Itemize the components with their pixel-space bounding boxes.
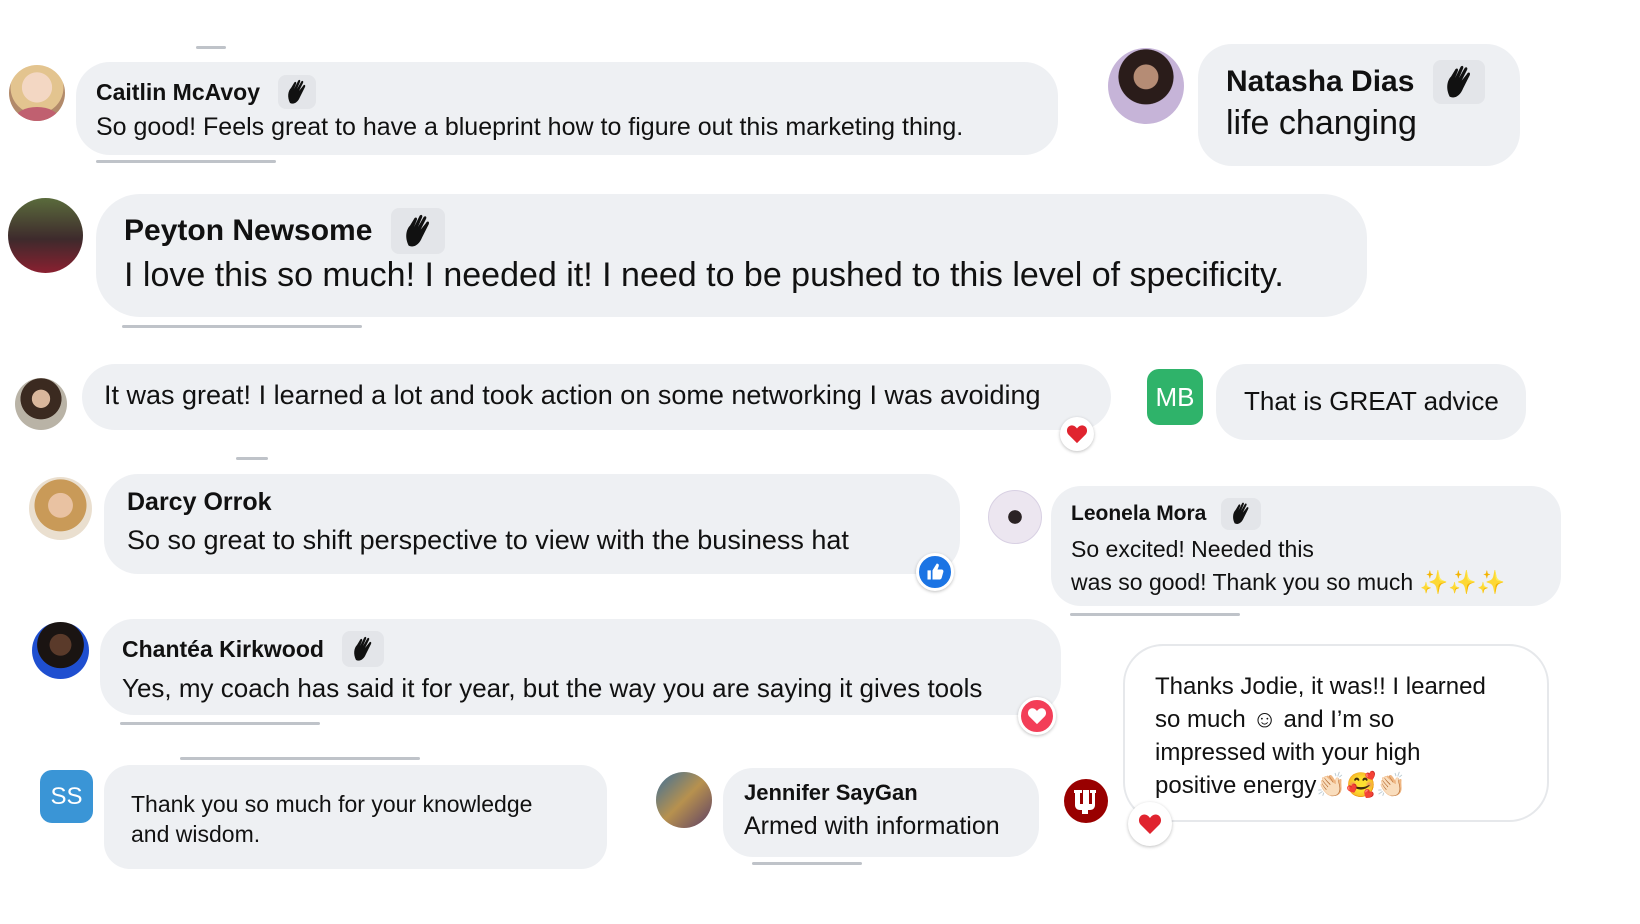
avatar-leonela[interactable] xyxy=(988,490,1042,544)
commenter-name[interactable]: Natasha Dias xyxy=(1226,65,1414,99)
comment-text: So so great to shift perspective to view… xyxy=(127,525,849,555)
comment-text: Armed with information xyxy=(744,812,1000,840)
comment-text: That is GREAT advice xyxy=(1244,386,1499,416)
commenter-name[interactable]: Caitlin McAvoy xyxy=(96,79,260,106)
comment-text: I love this so much! I needed it! I need… xyxy=(124,256,1284,294)
cropped-text-fragment xyxy=(752,862,862,865)
cropped-text-fragment xyxy=(122,325,362,328)
cropped-text-fragment xyxy=(120,722,320,725)
cropped-text-fragment xyxy=(1070,613,1240,616)
heart-reaction-badge[interactable] xyxy=(1060,417,1094,451)
trident-logo-icon xyxy=(1074,790,1096,814)
comment-bubble-leonela: Leonela Mora So excited! Needed this was… xyxy=(1051,486,1561,606)
comment-text-line-1: Thanks Jodie, it was!! I learned xyxy=(1155,673,1486,700)
cropped-text-fragment xyxy=(236,457,268,460)
comment-bubble-ss: Thank you so much for your knowledge and… xyxy=(104,765,607,869)
avatar-caitlin[interactable] xyxy=(9,65,65,121)
comment-bubble-thanks-jodie: Thanks Jodie, it was!! I learned so much… xyxy=(1123,644,1549,822)
comment-text: It was great! I learned a lot and took a… xyxy=(104,380,1041,410)
comment-bubble-jennifer: Jennifer SayGan Armed with information xyxy=(723,768,1039,857)
red-heart-icon xyxy=(1066,425,1088,444)
comment-bubble-caitlin: Caitlin McAvoy So good! Feels great to h… xyxy=(76,62,1058,155)
wave-hand-icon xyxy=(1432,60,1485,104)
person-silhouette-icon xyxy=(15,107,59,121)
cropped-text-fragment xyxy=(196,46,226,49)
thumbs-up-icon xyxy=(927,563,944,580)
comment-bubble-mb: That is GREAT advice xyxy=(1216,364,1526,440)
avatar-darcy[interactable] xyxy=(29,477,92,540)
love-reaction-badge[interactable] xyxy=(1018,697,1056,735)
comment-text-line-2: and wisdom. xyxy=(131,821,261,847)
commenter-name[interactable]: Peyton Newsome xyxy=(124,214,372,248)
comment-text-line-1: Thank you so much for your knowledge xyxy=(131,791,533,817)
love-heart-icon xyxy=(1027,708,1047,725)
avatar-chantea[interactable] xyxy=(32,622,89,679)
comment-text: life changing xyxy=(1226,104,1417,142)
avatar-commenter[interactable] xyxy=(15,378,67,430)
comment-bubble-darcy: Darcy Orrok So so great to shift perspec… xyxy=(104,474,960,574)
wave-hand-icon xyxy=(278,75,317,109)
cropped-text-fragment xyxy=(180,757,420,760)
avatar-iu-logo[interactable] xyxy=(1064,779,1108,823)
comment-bubble-anon: It was great! I learned a lot and took a… xyxy=(82,364,1111,430)
comment-text: So good! Feels great to have a blueprint… xyxy=(96,113,964,141)
avatar-ss[interactable]: SS xyxy=(40,770,93,823)
commenter-name[interactable]: Leonela Mora xyxy=(1071,502,1206,526)
wave-hand-icon xyxy=(1220,498,1261,530)
avatar-mb[interactable]: MB xyxy=(1147,369,1203,425)
red-heart-icon xyxy=(1138,814,1162,834)
heart-reaction-badge[interactable] xyxy=(1128,802,1172,846)
commenter-name[interactable]: Darcy Orrok xyxy=(127,488,272,517)
comment-bubble-chantea: Chantéa Kirkwood Yes, my coach has said … xyxy=(100,619,1061,715)
comment-bubble-peyton: Peyton Newsome I love this so much! I ne… xyxy=(96,194,1367,317)
wave-hand-icon xyxy=(342,631,385,667)
comment-text: Yes, my coach has said it for year, but … xyxy=(122,673,983,703)
comment-text-line-3: impressed with your high xyxy=(1155,739,1421,766)
avatar-natasha[interactable] xyxy=(1108,48,1184,124)
comment-text-line-2: was so good! Thank you so much ✨✨✨ xyxy=(1071,569,1506,595)
comment-text-line-2: so much ☺ and I’m so xyxy=(1155,706,1395,733)
like-reaction-badge[interactable] xyxy=(916,553,954,591)
commenter-name[interactable]: Jennifer SayGan xyxy=(744,780,918,806)
cropped-text-fragment xyxy=(96,160,276,163)
avatar-jennifer[interactable] xyxy=(656,772,712,828)
avatar-peyton[interactable] xyxy=(8,198,83,273)
commenter-name[interactable]: Chantéa Kirkwood xyxy=(122,636,324,663)
comment-text-line-4: positive energy👏🏻🥰👏🏻 xyxy=(1155,772,1407,799)
comment-text: So excited! Needed this xyxy=(1071,536,1314,562)
comment-bubble-natasha: Natasha Dias life changing xyxy=(1198,44,1520,166)
wave-hand-icon xyxy=(390,208,445,254)
